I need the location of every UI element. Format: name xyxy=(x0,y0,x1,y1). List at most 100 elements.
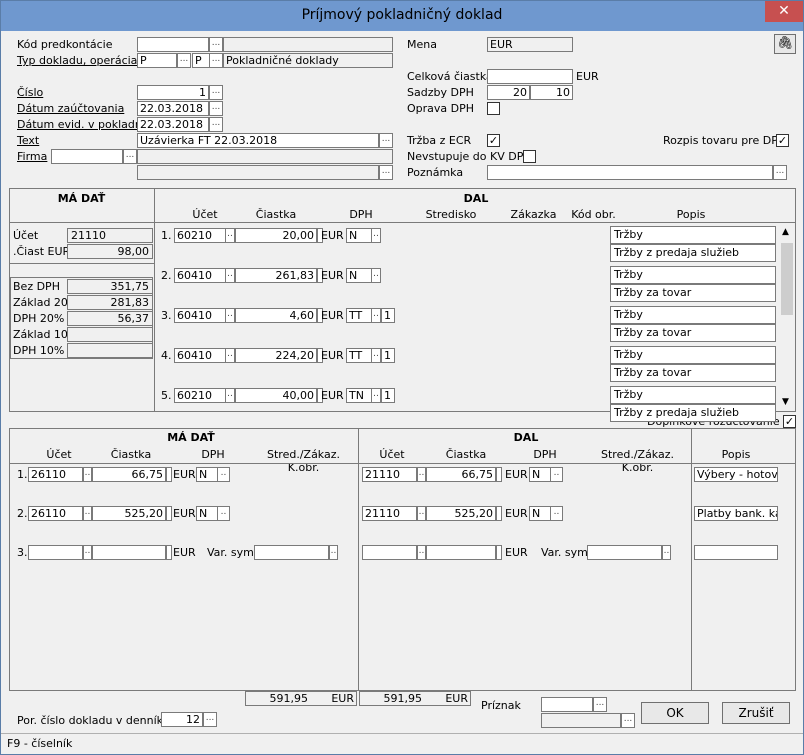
dal-ciastka-input[interactable]: 224,20 xyxy=(235,348,317,363)
md-ucet-lookup-button[interactable]: .. xyxy=(83,467,92,482)
d-var-sym-input[interactable] xyxy=(587,545,662,560)
popis-input[interactable] xyxy=(694,545,778,560)
dal-ciastka-input[interactable]: 261,83 xyxy=(235,268,317,283)
oprava-checkbox[interactable] xyxy=(487,102,500,115)
md-var-sym-button[interactable]: .. xyxy=(329,545,338,560)
d-ciastka-spin[interactable] xyxy=(496,467,502,482)
dal-dph-input[interactable]: N xyxy=(346,228,372,243)
md-ciastka-input[interactable]: 66,75 xyxy=(92,467,166,482)
op-input[interactable]: P xyxy=(192,53,210,68)
d-ucet-input[interactable] xyxy=(362,545,417,560)
poznamka-input[interactable] xyxy=(487,165,773,180)
dal-popis1[interactable]: Tržby xyxy=(610,386,776,404)
sadzba1-input[interactable]: 20 xyxy=(487,85,530,100)
dal-popis2[interactable]: Tržby za tovar xyxy=(610,364,776,382)
dal-popis1[interactable]: Tržby xyxy=(610,346,776,364)
op-lookup-button[interactable]: ... xyxy=(209,53,223,68)
rozpis-checkbox[interactable]: ✓ xyxy=(776,134,789,147)
d-dph-input[interactable]: N xyxy=(529,467,551,482)
datum-z-calendar-button[interactable]: ... xyxy=(209,101,223,116)
d-ucet-lookup-button[interactable]: .. xyxy=(417,467,426,482)
dal-dph-lookup-button[interactable]: .. xyxy=(371,388,381,403)
popis-input[interactable]: Výbery - hotovos xyxy=(694,467,778,482)
dal-dph-lookup-button[interactable]: .. xyxy=(371,268,381,283)
dal-popis1[interactable]: Tržby xyxy=(610,306,776,324)
md-dph-input[interactable]: N xyxy=(196,467,218,482)
d-ciastka-input[interactable]: 525,20 xyxy=(426,506,496,521)
md-ucet-input[interactable]: 26110 xyxy=(28,506,83,521)
dal-ciastka-input[interactable]: 4,60 xyxy=(235,308,317,323)
por-input[interactable]: 12 xyxy=(161,712,203,727)
dal-dph-lookup-button[interactable]: .. xyxy=(371,228,381,243)
dal-dph-input[interactable]: N xyxy=(346,268,372,283)
dal-ucet-lookup-button[interactable]: .. xyxy=(225,268,235,283)
dal-ucet-input[interactable]: 60210 xyxy=(174,228,226,243)
d-ciastka-spin[interactable] xyxy=(496,545,502,560)
dal-dph-extra[interactable]: 1 xyxy=(381,308,395,323)
dal-ucet-lookup-button[interactable]: .. xyxy=(225,348,235,363)
dal-ucet-lookup-button[interactable]: .. xyxy=(225,388,235,403)
dal-ucet-input[interactable]: 60210 xyxy=(174,388,226,403)
md-dph-lookup-button[interactable]: .. xyxy=(217,506,230,521)
scroll-thumb[interactable] xyxy=(781,243,793,315)
dal-dph-input[interactable]: TT xyxy=(346,348,372,363)
md-dph-input[interactable]: N xyxy=(196,506,218,521)
priznak-lookup-button[interactable]: ... xyxy=(593,697,607,712)
scroll-up-icon[interactable]: ▲ xyxy=(782,227,789,237)
firma-input[interactable] xyxy=(51,149,123,164)
dal-popis1[interactable]: Tržby xyxy=(610,266,776,284)
datum-z-input[interactable]: 22.03.2018 xyxy=(137,101,209,116)
attach-button[interactable]: 🖇 xyxy=(774,34,796,54)
typ-lookup-button[interactable]: ... xyxy=(177,53,191,68)
md-var-sym-input[interactable] xyxy=(254,545,329,560)
por-lookup-button[interactable]: ... xyxy=(203,712,217,727)
datum-e-input[interactable]: 22.03.2018 xyxy=(137,117,209,132)
nevstupuje-checkbox[interactable] xyxy=(523,150,536,163)
sadzba2-input[interactable]: 10 xyxy=(530,85,573,100)
cislo-lookup-button[interactable]: ... xyxy=(209,85,223,100)
d-ciastka-spin[interactable] xyxy=(496,506,502,521)
cislo-input[interactable]: 1 xyxy=(137,85,209,100)
celkova-input[interactable] xyxy=(487,69,573,84)
md-ciastka-input[interactable] xyxy=(92,545,166,560)
dal-popis2[interactable]: Tržby z predaja služieb xyxy=(610,244,776,262)
dal-dph-input[interactable]: TN xyxy=(346,388,372,403)
d-var-sym-button[interactable]: .. xyxy=(662,545,671,560)
dal-ucet-input[interactable]: 60410 xyxy=(174,268,226,283)
priznak-input[interactable] xyxy=(541,697,593,712)
d-ciastka-input[interactable] xyxy=(426,545,496,560)
close-button[interactable]: ✕ xyxy=(765,1,803,22)
firma-address-button[interactable]: ... xyxy=(379,165,393,180)
typ-input[interactable]: P xyxy=(137,53,177,68)
md-ucet-lookup-button[interactable]: .. xyxy=(83,506,92,521)
md-ciastka-input[interactable]: 525,20 xyxy=(92,506,166,521)
md-ciastka-spin[interactable] xyxy=(166,467,172,482)
dal-popis2[interactable]: Tržby za tovar xyxy=(610,324,776,342)
d-ciastka-input[interactable]: 66,75 xyxy=(426,467,496,482)
scroll-down-icon[interactable]: ▼ xyxy=(782,397,789,407)
doplnkove-checkbox[interactable]: ✓ xyxy=(783,415,796,428)
dal-ucet-lookup-button[interactable]: .. xyxy=(225,228,235,243)
kod-lookup-button[interactable]: ... xyxy=(209,37,223,52)
md-ucet-lookup-button[interactable]: .. xyxy=(83,545,92,560)
d-dph-input[interactable]: N xyxy=(529,506,551,521)
md-ciastka-spin[interactable] xyxy=(166,545,172,560)
dal-popis2[interactable]: Tržby za tovar xyxy=(610,284,776,302)
poznamka-lookup-button[interactable]: ... xyxy=(773,165,787,180)
md-ciastka-spin[interactable] xyxy=(166,506,172,521)
dal-dph-extra[interactable]: 1 xyxy=(381,348,395,363)
datum-e-calendar-button[interactable]: ... xyxy=(209,117,223,132)
dal-popis2[interactable]: Tržby z predaja služieb xyxy=(610,404,776,422)
md-dph-lookup-button[interactable]: .. xyxy=(217,467,230,482)
popis-input[interactable]: Platby bank. kar xyxy=(694,506,778,521)
dal-ucet-input[interactable]: 60410 xyxy=(174,348,226,363)
priznak-desc-button[interactable]: ... xyxy=(621,713,635,728)
dal-dph-lookup-button[interactable]: .. xyxy=(371,308,381,323)
dal-dph-extra[interactable]: 1 xyxy=(381,388,395,403)
ok-button[interactable]: OK xyxy=(641,702,709,724)
kod-input[interactable] xyxy=(137,37,209,52)
trzba-checkbox[interactable]: ✓ xyxy=(487,134,500,147)
firma-lookup-button[interactable]: ... xyxy=(123,149,137,164)
top-scrollbar[interactable]: ▲ ▼ xyxy=(779,225,795,411)
mena-input[interactable]: EUR xyxy=(487,37,573,52)
